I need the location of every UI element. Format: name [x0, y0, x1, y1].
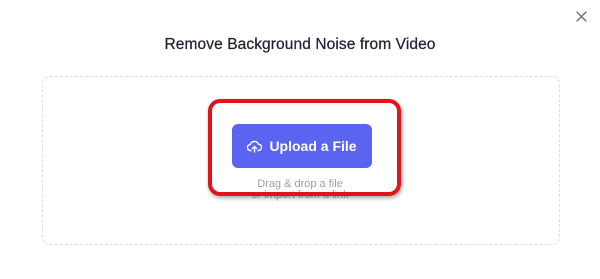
dialog-title: Remove Background Noise from Video	[164, 36, 436, 53]
upload-file-button-label: Upload a File	[269, 138, 357, 154]
close-button[interactable]	[571, 8, 591, 28]
cloud-upload-icon	[247, 140, 263, 153]
close-icon	[575, 9, 587, 27]
upload-file-button[interactable]: Upload a File	[232, 124, 372, 168]
upload-dialog: Remove Background Noise from Video Drag …	[0, 0, 600, 279]
import-link-hint[interactable]: or import from a link	[0, 189, 600, 201]
